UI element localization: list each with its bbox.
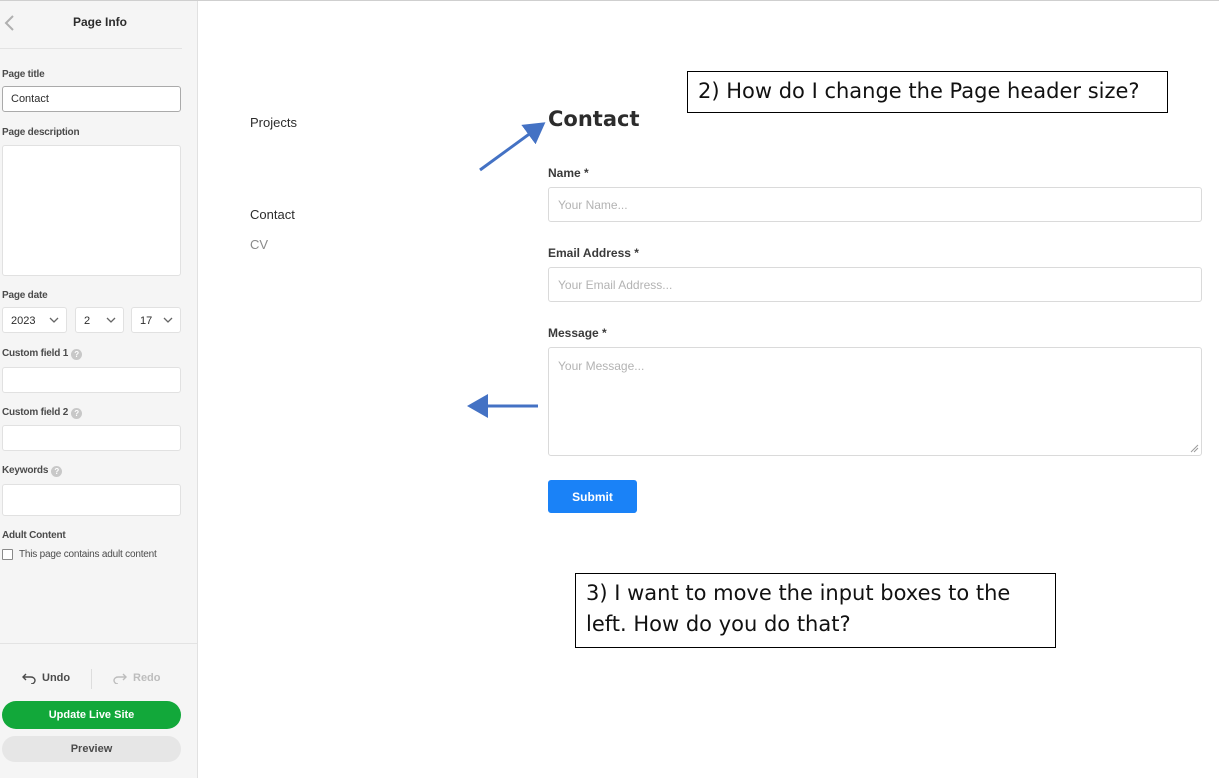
annotation-callout-3: 3) I want to move the input boxes to the… — [575, 573, 1056, 648]
annotation-callout-2: 2) How do I change the Page header size? — [687, 71, 1168, 113]
annotation-arrows — [467, 122, 546, 418]
arrow-to-heading — [479, 122, 546, 172]
